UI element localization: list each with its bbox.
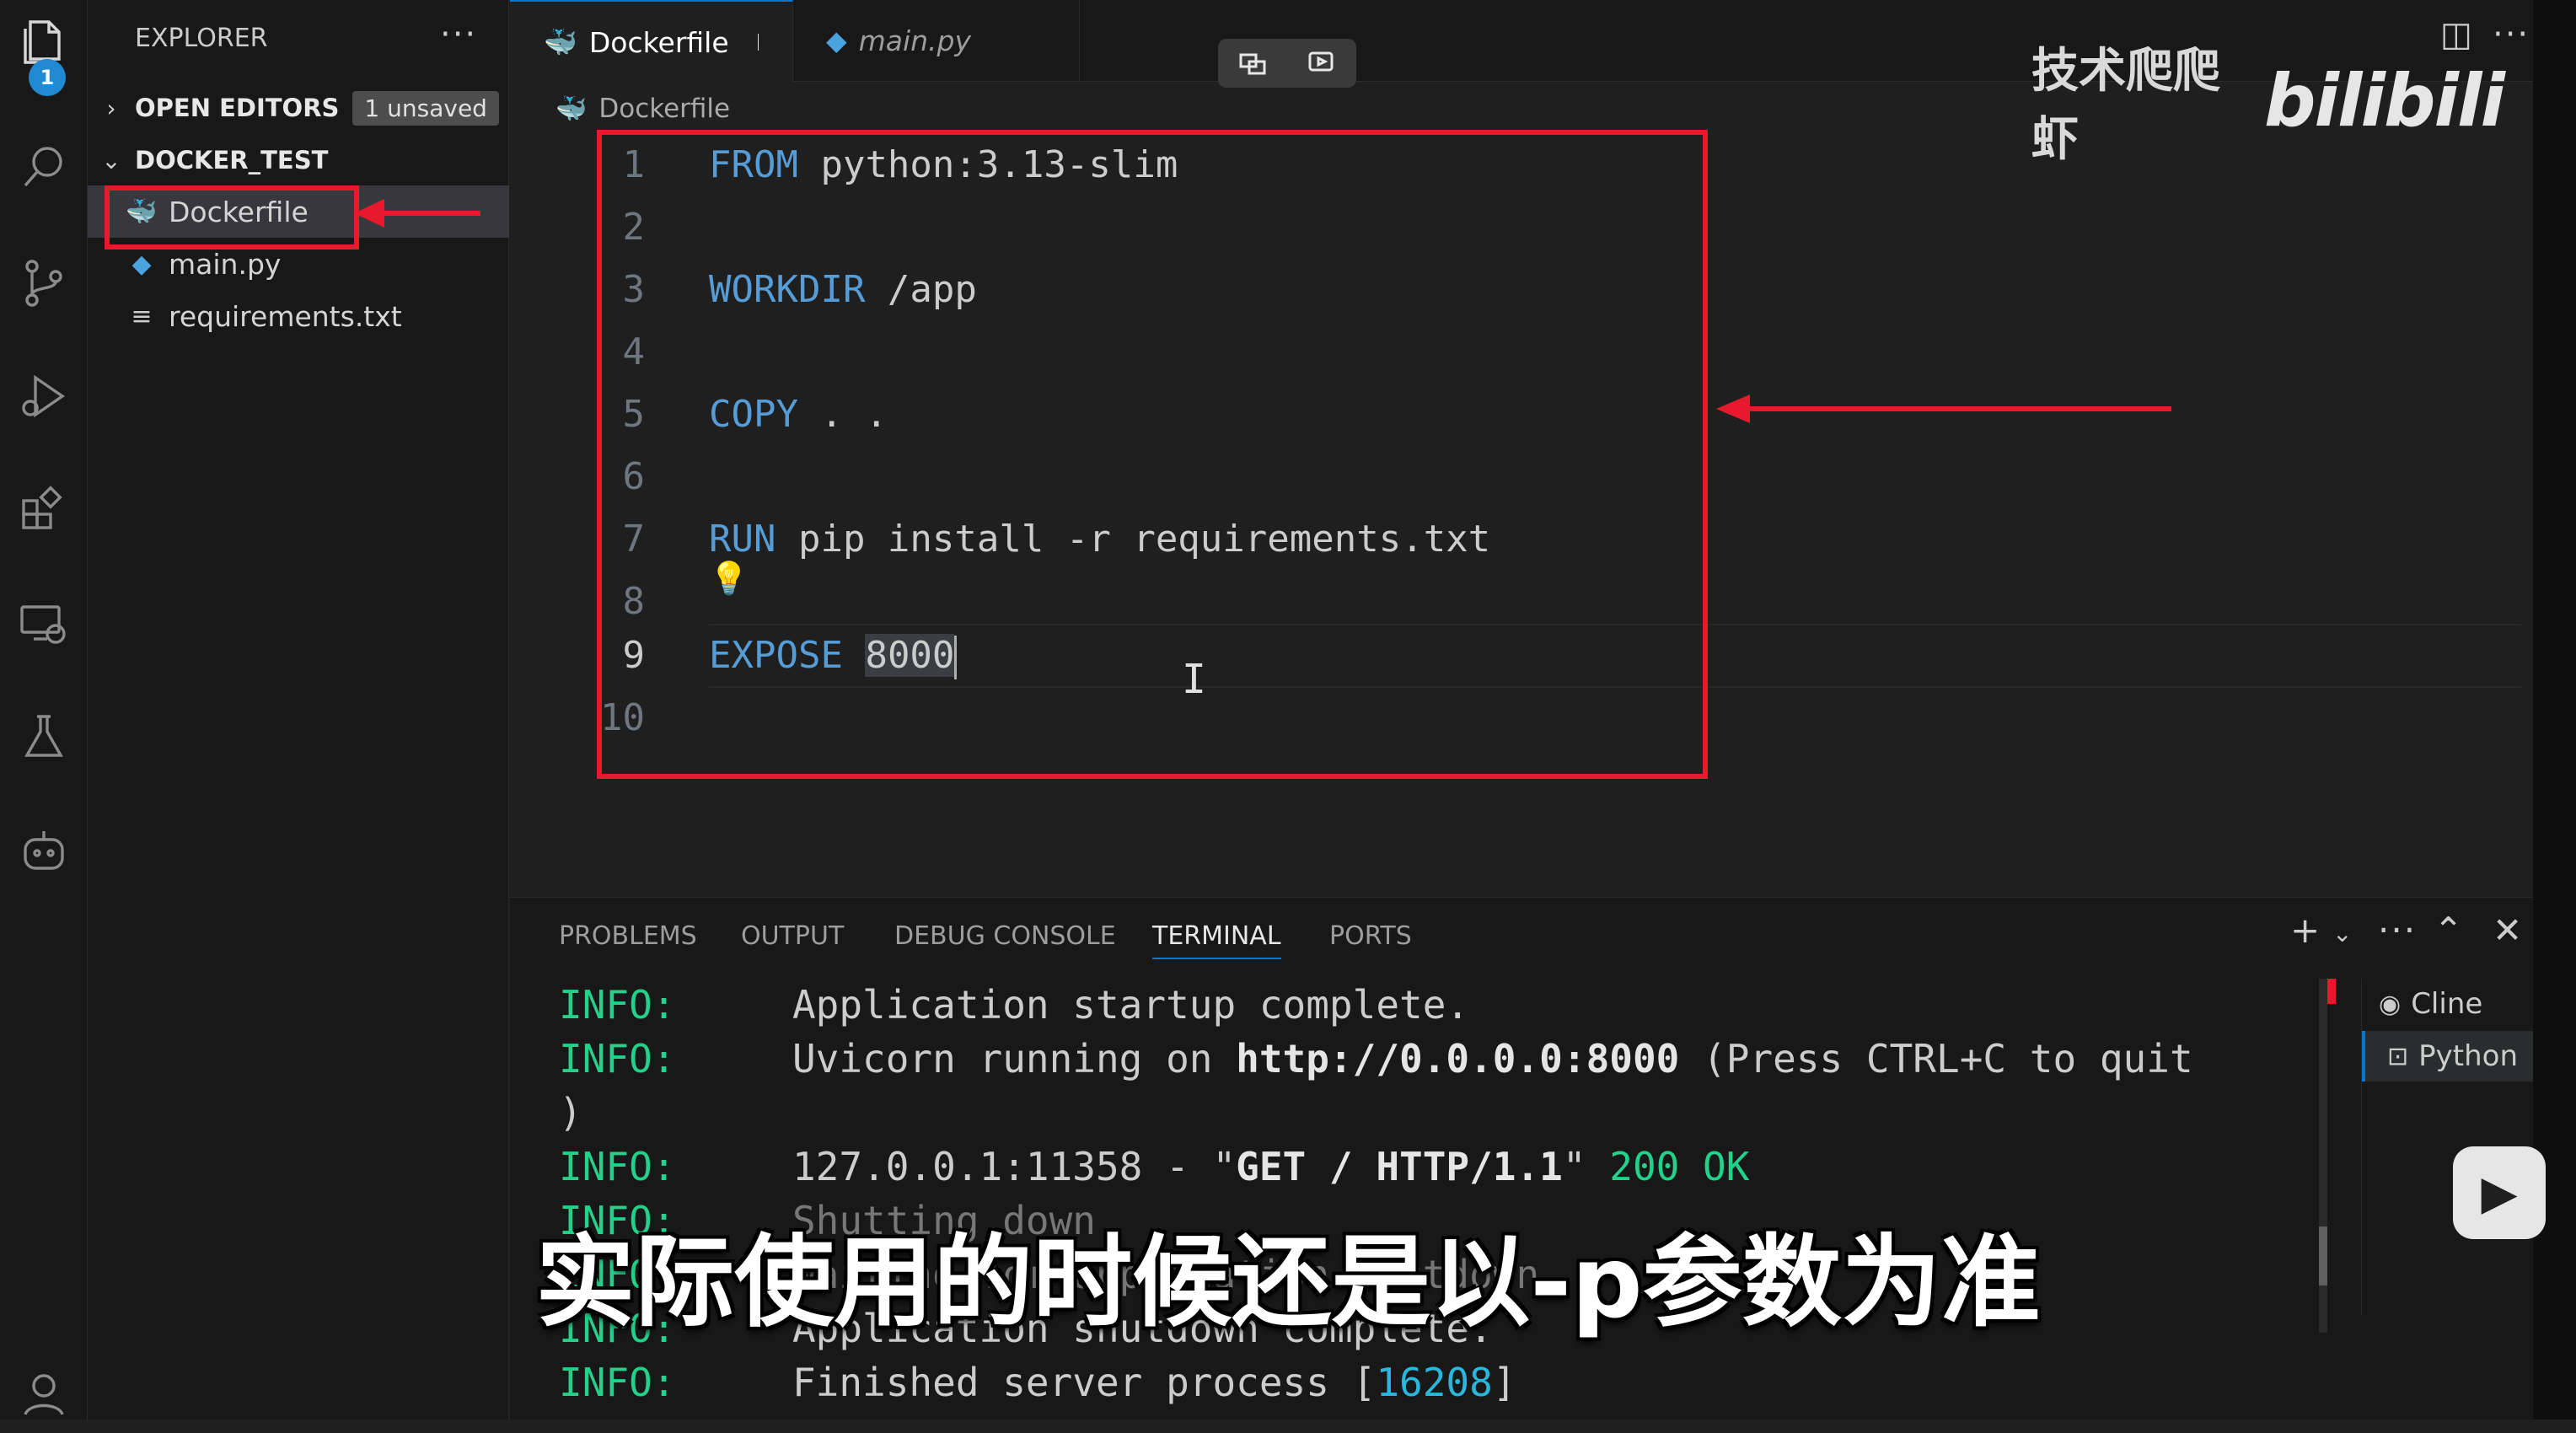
switch-window-icon[interactable] [1237,48,1268,78]
editor-more-icon[interactable]: ··· [2493,15,2530,54]
open-editors-label: OPEN EDITORS [135,94,340,122]
floating-toolbar [1218,39,1356,88]
tab-terminal[interactable]: TERMINAL [1152,921,1281,959]
tab-label: Dockerfile [588,25,729,59]
terminal-icon: ⊡ [2387,1041,2409,1071]
docker-icon: 🐳 [544,26,577,58]
terminal-item-cline[interactable]: ◉ Cline [2379,979,2482,1029]
more-actions-icon[interactable]: ··· [440,15,477,54]
bilibili-logo: bilibili [2264,59,2505,143]
terminal-line: INFO: 127.0.0.1:11358 - "GET / HTTP/1.1"… [559,1144,1750,1189]
account-icon[interactable] [0,1352,88,1433]
copilot-icon[interactable] [0,811,88,892]
python-icon: ◆ [826,24,847,56]
terminal-line: INFO: Finished server process [16208] [559,1360,1516,1405]
highlight-box-code [597,130,1708,779]
maximize-panel-icon[interactable]: ⌃ [2434,910,2463,951]
extensions-icon[interactable] [0,469,88,550]
tab-debug-console[interactable]: DEBUG CONSOLE [894,921,1116,951]
folder-section[interactable]: ⌄ DOCKER_TEST [88,137,509,184]
terminal-line: INFO: Application startup complete. [559,982,1470,1028]
breadcrumb-item: Dockerfile [598,94,731,124]
new-terminal-icon[interactable]: + [2290,910,2320,951]
file-name: main.py [169,247,282,281]
docker-icon: 🐳 [555,94,588,124]
explorer-title: EXPLORER [135,24,268,53]
terminal-line: ) [559,1090,582,1135]
testing-icon[interactable] [0,696,88,777]
terminal-name: Cline [2411,987,2483,1021]
folder-label: DOCKER_TEST [135,146,329,174]
robot-icon: ◉ [2379,989,2402,1019]
video-subtitle: 实际使用的时候还是以-p参数为准 [535,1224,2041,1340]
split-editor-icon[interactable]: ◫ [2440,15,2472,54]
file-name: requirements.txt [169,299,402,333]
terminal-item-python[interactable]: ⊡ Python [2362,1031,2539,1081]
open-editors-section[interactable]: › OPEN EDITORS 1 unsaved [88,84,509,131]
source-control-icon[interactable] [0,243,88,324]
tab-output[interactable]: OUTPUT [741,921,844,951]
chevron-down-icon[interactable]: ⌄ [2332,920,2352,947]
watermark: 技术爬爬虾 bilibili [2031,44,2505,167]
search-icon[interactable] [0,126,88,207]
explorer-badge: 1 [29,59,66,96]
red-arrow-left-icon [1716,394,2171,423]
mouse-ibeam-icon: I [1182,656,1206,703]
close-panel-icon[interactable]: ✕ [2493,910,2522,951]
watermark-text: 技术爬爬虾 [2031,44,2220,167]
text-file-icon: ≡ [131,301,153,331]
unsaved-badge: 1 unsaved [352,90,499,126]
run-debug-icon[interactable] [0,356,88,437]
terminal-name: Python [2418,1039,2518,1073]
tab-ports[interactable]: PORTS [1329,921,1412,951]
chevron-down-icon: ⌄ [101,146,121,174]
python-icon: ◆ [131,249,152,279]
scrollbar-marker [2327,979,2336,1004]
red-arrow-left-icon [354,199,480,228]
screen-record-icon[interactable] [1307,48,1337,78]
file-item-requirements[interactable]: ≡ requirements.txt [88,290,509,342]
tab-label: main.py [858,24,972,57]
highlight-box-dockerfile [105,185,359,250]
tab-problems[interactable]: PROBLEMS [559,921,697,951]
terminal-line: INFO: Uvicorn running on http://0.0.0.0:… [559,1036,2193,1081]
tab-main-py[interactable]: ◆ main.py [792,0,1080,81]
unsaved-dot-icon[interactable] [757,34,759,51]
panel-more-icon[interactable]: ··· [2378,910,2417,951]
remote-explorer-icon[interactable] [0,583,88,664]
breadcrumb[interactable]: 🐳 Dockerfile [555,88,730,130]
chevron-right-icon: › [106,94,116,122]
tab-dockerfile[interactable]: 🐳 Dockerfile [510,0,793,83]
